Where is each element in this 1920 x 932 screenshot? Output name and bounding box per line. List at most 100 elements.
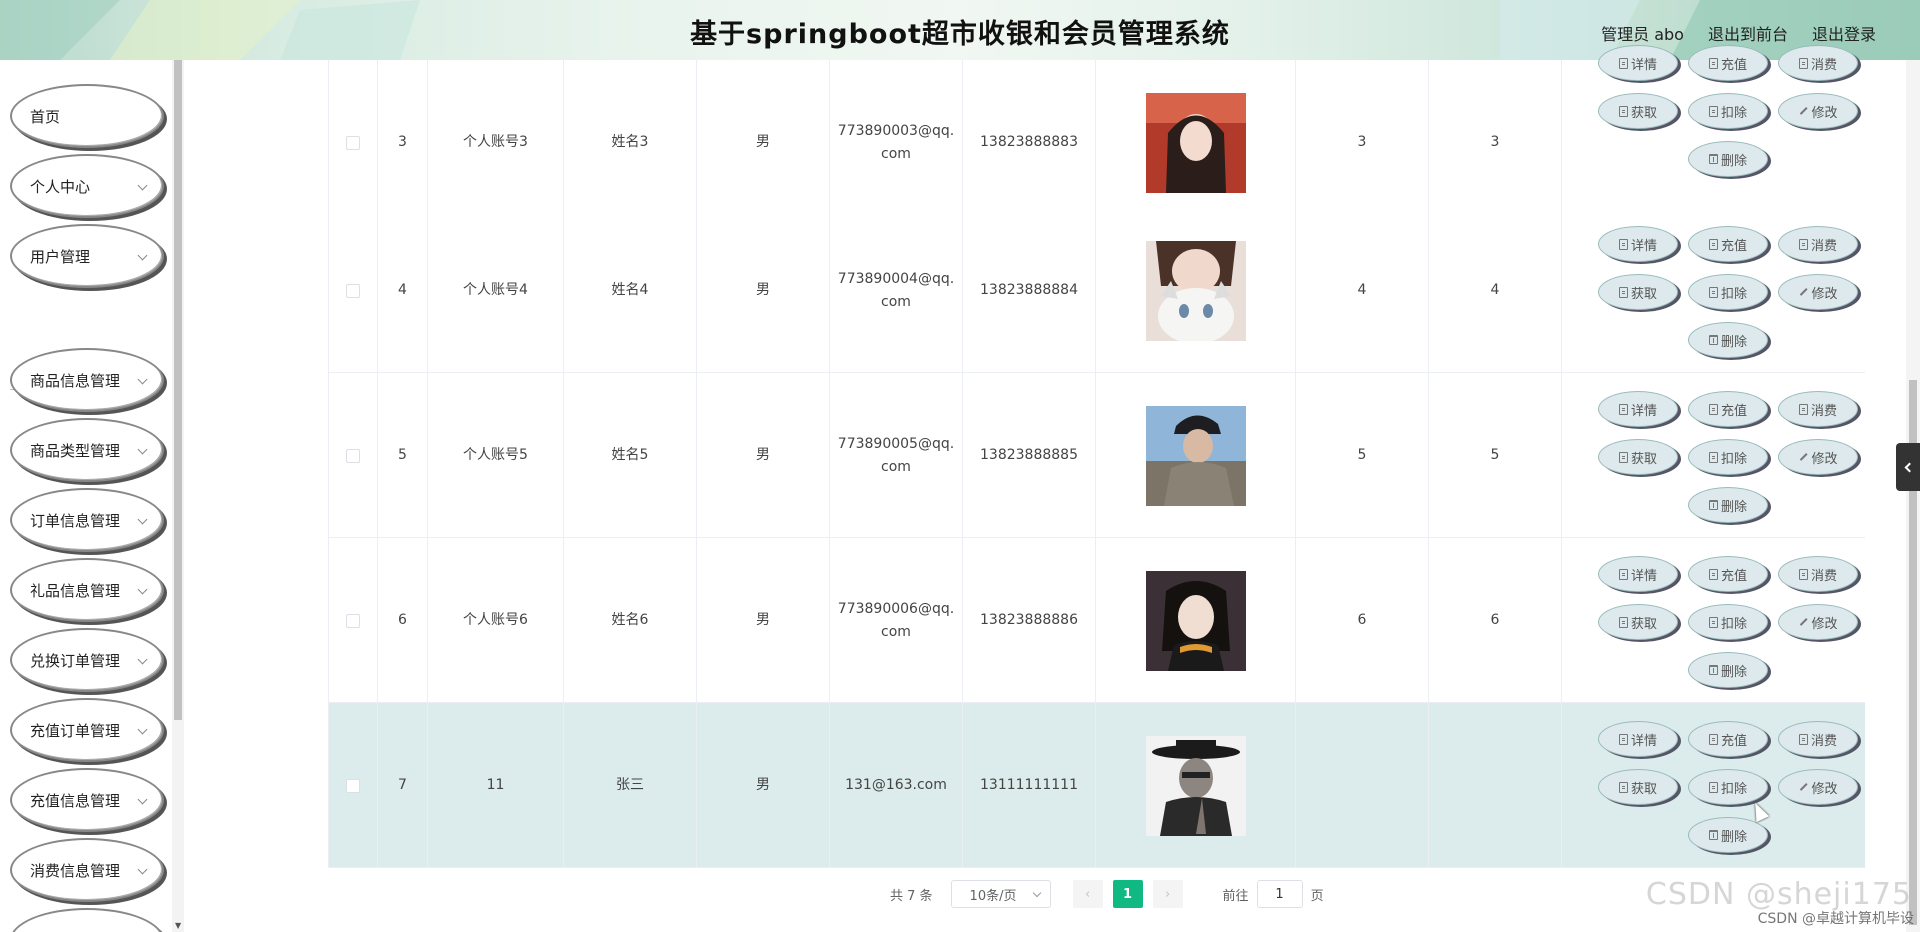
chevron-down-icon (137, 374, 148, 385)
recharge-button[interactable]: 充值 (1688, 226, 1768, 262)
watermark-small: CSDN @卓越计算机毕设 (1757, 911, 1914, 927)
sidebar-item-personal-center[interactable]: 个人中心 (10, 154, 164, 218)
chevron-down-icon (137, 250, 148, 261)
detail-button[interactable]: 详情 (1598, 45, 1678, 81)
exit-to-front-link[interactable]: 退出到前台 (1708, 21, 1788, 45)
admin-user-label[interactable]: 管理员 abo (1601, 21, 1684, 45)
edit-button[interactable]: 修改 (1778, 439, 1858, 475)
document-icon (1708, 286, 1718, 298)
deduct-button[interactable]: 扣除 (1688, 274, 1768, 310)
user-photo (1145, 92, 1246, 193)
row-checkbox[interactable] (346, 613, 360, 628)
watermark-large: CSDN @sheji175 (1645, 877, 1912, 912)
recharge-button[interactable]: 充值 (1688, 556, 1768, 592)
sidebar-item-exchange-order[interactable]: 兑换订单管理 (10, 628, 164, 692)
account-cell: 个人账号4 (428, 208, 564, 373)
page-size-select[interactable]: 10条/页 (950, 880, 1051, 908)
detail-button[interactable]: 详情 (1598, 721, 1678, 757)
obtain-button[interactable]: 获取 (1598, 93, 1678, 129)
obtain-button[interactable]: 获取 (1598, 439, 1678, 475)
row-actions: 详情 充值 消费 获取 扣除 修改 删除 (1584, 703, 1865, 868)
obtain-button[interactable]: 获取 (1598, 274, 1678, 310)
sidebar-item-user-management[interactable]: 用户管理 (10, 224, 164, 288)
chevron-down-icon (137, 864, 148, 875)
sidebar-item-gift-info[interactable]: 礼品信息管理 (10, 558, 164, 622)
chevron-left-icon (1904, 462, 1915, 472)
document-icon (1798, 238, 1808, 250)
obtain-button[interactable]: 获取 (1598, 769, 1678, 805)
row-checkbox[interactable] (346, 778, 360, 793)
logout-link[interactable]: 退出登录 (1812, 21, 1876, 45)
goto-page-input[interactable]: 1 (1256, 880, 1303, 908)
delete-button[interactable]: 删除 (1688, 322, 1768, 358)
detail-button[interactable]: 详情 (1598, 556, 1678, 592)
document-icon (1618, 733, 1628, 745)
consume-button[interactable]: 消费 (1778, 45, 1858, 81)
deduct-button[interactable]: 扣除 (1688, 439, 1768, 475)
document-icon (1798, 568, 1808, 580)
deduct-button[interactable]: 扣除 (1688, 604, 1768, 640)
main-scrollbar[interactable] (1906, 60, 1920, 932)
consume-button[interactable]: 消费 (1778, 556, 1858, 592)
sidebar-scrollbar[interactable]: ▼ (172, 60, 184, 932)
row-checkbox[interactable] (346, 283, 360, 298)
sidebar-item-product-type[interactable]: 商品类型管理 (10, 418, 164, 482)
sidebar-item-order-info[interactable]: 订单信息管理 (10, 488, 164, 552)
obtain-button[interactable]: 获取 (1598, 604, 1678, 640)
consume-button[interactable]: 消费 (1778, 391, 1858, 427)
recharge-button[interactable]: 充值 (1688, 391, 1768, 427)
sidebar-item-label: 兑换订单管理 (30, 651, 121, 670)
collapse-panel-button[interactable] (1896, 443, 1920, 491)
sidebar-scrollbar-thumb[interactable] (174, 60, 182, 720)
row-checkbox[interactable] (346, 448, 360, 463)
email-cell: 773890006@qq. com (830, 538, 963, 703)
row-checkbox[interactable] (346, 135, 360, 150)
row-actions: 详情 充值 消费 获取 扣除 修改 删除 (1584, 373, 1865, 538)
delete-button[interactable]: 删除 (1688, 652, 1768, 688)
deduct-button[interactable]: 扣除 (1688, 93, 1768, 129)
edit-button[interactable]: 修改 (1778, 604, 1858, 640)
gender-cell: 男 (697, 208, 830, 373)
gender-cell: 男 (697, 60, 830, 225)
document-icon (1618, 238, 1628, 250)
account-cell: 个人账号5 (428, 373, 564, 538)
sidebar-item-more[interactable] (10, 908, 164, 932)
goto-label: 前往 (1222, 888, 1249, 904)
delete-button[interactable]: 删除 (1688, 487, 1768, 523)
sidebar-item-recharge-info[interactable]: 充值信息管理 (10, 768, 164, 832)
prev-page-button[interactable]: ‹ (1072, 880, 1103, 908)
document-icon (1708, 403, 1718, 415)
edit-button[interactable]: 修改 (1778, 769, 1858, 805)
sidebar-item-label: 充值信息管理 (30, 791, 121, 810)
detail-button[interactable]: 详情 (1598, 391, 1678, 427)
next-page-button[interactable]: › (1152, 880, 1183, 908)
document-icon (1708, 568, 1718, 580)
sidebar-item-consumption-info[interactable]: 消费信息管理 (10, 838, 164, 902)
recharge-button[interactable]: 充值 (1688, 45, 1768, 81)
col9-cell: 4 (1429, 208, 1562, 373)
sidebar-item-home[interactable]: 首页 (10, 84, 164, 148)
edit-pen-icon (1798, 287, 1808, 297)
consume-button[interactable]: 消费 (1778, 721, 1858, 757)
detail-button[interactable]: 详情 (1598, 226, 1678, 262)
delete-button[interactable]: 删除 (1688, 141, 1768, 177)
page-number-button[interactable]: 1 (1112, 880, 1143, 908)
recharge-button[interactable]: 充值 (1688, 721, 1768, 757)
delete-button[interactable]: 删除 (1688, 817, 1768, 853)
edit-pen-icon (1798, 617, 1808, 627)
table-row: 3 个人账号3 姓名3 男 773890003@qq. com 138238888… (328, 45, 1865, 225)
consume-button[interactable]: 消费 (1778, 226, 1858, 262)
deduct-button[interactable]: 扣除 (1688, 769, 1768, 805)
table-row: 6 个人账号6 姓名6 男 773890006@qq. com 138238888… (328, 538, 1865, 703)
scroll-down-arrow-icon[interactable]: ▼ (175, 921, 181, 930)
sidebar-item-product-info[interactable]: 商品信息管理 (10, 348, 164, 412)
select-cell (328, 538, 378, 703)
edit-button[interactable]: 修改 (1778, 93, 1858, 129)
photo-cell (1096, 373, 1296, 538)
col8-cell: 5 (1296, 373, 1429, 538)
sidebar-item-recharge-order[interactable]: 充值订单管理 (10, 698, 164, 762)
document-icon (1618, 781, 1628, 793)
col9-cell: 6 (1429, 538, 1562, 703)
edit-button[interactable]: 修改 (1778, 274, 1858, 310)
name-cell: 张三 (564, 703, 697, 868)
